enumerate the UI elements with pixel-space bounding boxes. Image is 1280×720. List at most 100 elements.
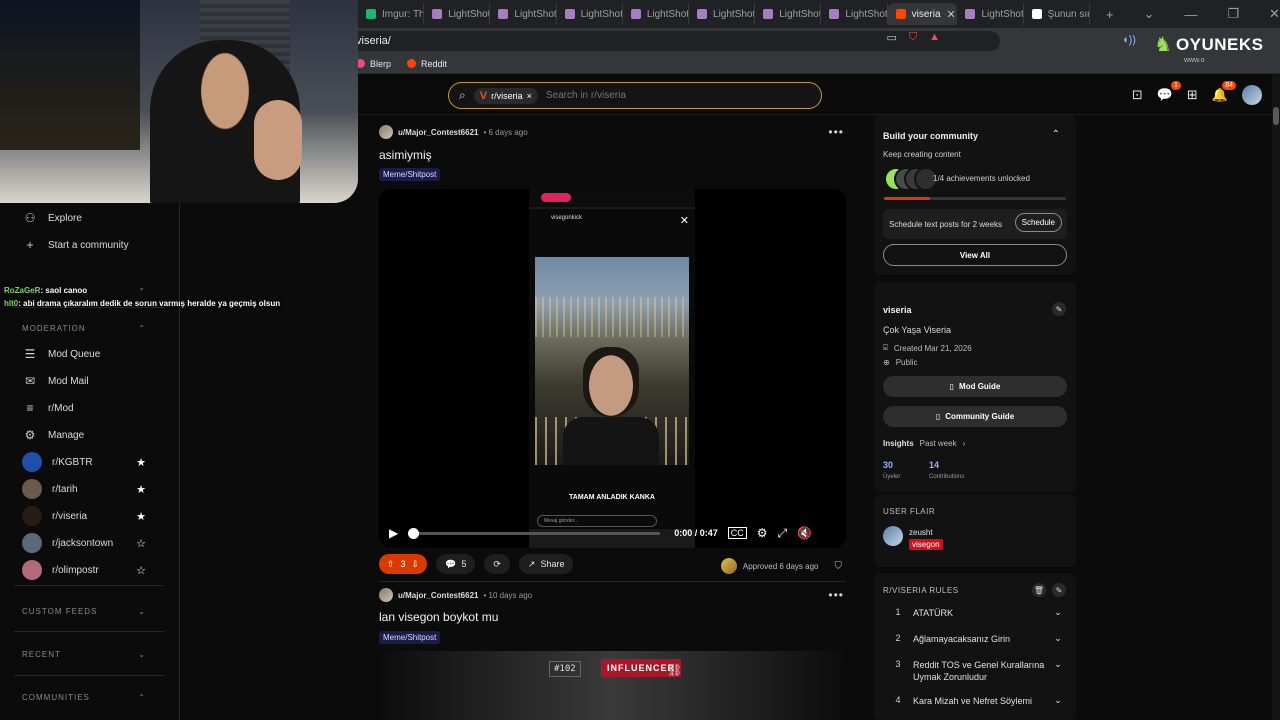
share-button[interactable]: ↗ Share xyxy=(518,554,574,574)
browser-tab[interactable]: Imgur: The xyxy=(358,3,425,25)
moderation-header[interactable]: MODERATION ⌃ xyxy=(22,324,146,333)
browser-tab[interactable]: LightShot xyxy=(755,3,822,25)
star-icon[interactable]: ★ xyxy=(136,510,146,523)
community-guide-button[interactable]: ▯ Community Guide xyxy=(883,406,1067,427)
browser-tab[interactable]: LightShot xyxy=(490,3,557,25)
new-tab-icon[interactable]: + xyxy=(1106,7,1114,22)
sidebar-item-r-mod[interactable]: ≡ r/Mod xyxy=(22,401,152,415)
rule-item[interactable]: 1 ATATÜRK ⌄ xyxy=(883,607,1067,619)
chevron-down-icon[interactable]: ⌄ xyxy=(1049,607,1067,618)
sidebar-item-mod-mail[interactable]: ✉ Mod Mail xyxy=(22,374,152,388)
sidebar-item-subreddit[interactable]: r/viseria ★ xyxy=(22,506,146,526)
close-icon[interactable]: × xyxy=(527,91,532,101)
browser-tab[interactable]: LightShot xyxy=(557,3,623,25)
close-icon[interactable]: ✕ xyxy=(947,8,956,21)
page-scrollbar[interactable] xyxy=(1272,75,1280,720)
video-progress[interactable] xyxy=(408,527,661,539)
bookmark-blerp[interactable]: Blerp xyxy=(356,59,391,69)
comments-button[interactable]: 💬 5 xyxy=(436,554,476,574)
browser-tab[interactable]: LightShot xyxy=(623,3,690,25)
bookmark-reddit[interactable]: Reddit xyxy=(407,59,447,69)
search-bar[interactable]: ⌕ V r/viseria × xyxy=(448,82,822,109)
browser-tab[interactable]: LightShot xyxy=(689,3,756,25)
more-options-icon[interactable]: ••• xyxy=(828,125,844,139)
left-sidebar: ⚇ Explore + Start a community ⌄ MODERATI… xyxy=(0,203,180,720)
post-flair[interactable]: Meme/Shitpost xyxy=(379,168,441,181)
search-input[interactable] xyxy=(545,90,766,101)
insights-row[interactable]: Insights Past week › xyxy=(883,439,965,448)
minimize-icon[interactable]: — xyxy=(1184,7,1197,22)
communities-header[interactable]: COMMUNITIES ⌃ xyxy=(22,693,146,702)
play-icon[interactable]: ▶ xyxy=(389,526,398,540)
video-player[interactable]: visegonkick ✕ TAMAM ANLADIK KANKA Mesaj … xyxy=(379,189,846,548)
chevron-down-icon[interactable]: ⌄ xyxy=(1049,633,1067,644)
mute-icon[interactable]: 🔇 xyxy=(797,526,812,540)
brave-rewards-icon[interactable]: ▲ xyxy=(929,31,940,44)
ads-icon[interactable]: ⊡ xyxy=(1132,87,1143,103)
view-all-button[interactable]: View All xyxy=(883,244,1067,266)
fullscreen-icon[interactable]: ⤢ xyxy=(778,526,788,541)
star-icon[interactable]: ☆ xyxy=(136,564,146,577)
post-author[interactable]: u/Major_Contest6621 xyxy=(398,591,478,600)
post-flair[interactable]: Meme/Shitpost xyxy=(379,631,441,644)
sidebar-item-subreddit[interactable]: r/olimpostr ☆ xyxy=(22,560,146,580)
chevron-down-icon[interactable]: ⌄ xyxy=(1049,695,1067,706)
upvote-icon[interactable]: ⇧ xyxy=(387,559,395,570)
scrollbar-thumb[interactable] xyxy=(1273,107,1279,125)
search-community-chip[interactable]: V r/viseria × xyxy=(473,87,538,104)
sidebar-item-mod-queue[interactable]: ☰ Mod Queue xyxy=(22,347,152,361)
inbox-button[interactable]: 🔔 84 xyxy=(1212,81,1236,103)
mod-guide-button[interactable]: ▯ Mod Guide xyxy=(883,376,1067,397)
browser-tab[interactable]: LightShot xyxy=(424,3,491,25)
recent-header[interactable]: RECENT ⌄ xyxy=(22,650,146,659)
sidebar-item-start-community[interactable]: + Start a community xyxy=(22,238,152,252)
browser-tab[interactable]: LightShot xyxy=(821,3,888,25)
star-icon[interactable]: ☆ xyxy=(136,537,146,550)
gear-icon[interactable]: ⚙ xyxy=(757,526,768,540)
browser-tab[interactable]: viseria ✕ xyxy=(887,3,958,25)
captions-icon[interactable]: CC xyxy=(727,527,747,539)
close-icon[interactable]: ✕ xyxy=(1269,6,1280,22)
post-title[interactable]: lan visegon boykot mu xyxy=(379,610,498,624)
post-title[interactable]: asimiymiş xyxy=(379,148,432,162)
tab-search-icon[interactable]: ⌄ xyxy=(1143,6,1154,22)
flair-tag[interactable]: visegon xyxy=(909,539,943,550)
star-icon[interactable]: ★ xyxy=(136,456,146,469)
schedule-button[interactable]: Schedule xyxy=(1014,213,1062,232)
brave-shield-icon[interactable]: ⛉ xyxy=(909,31,917,44)
rule-item[interactable]: 4 Kara Mizah ve Nefret Söylemi ⌄ xyxy=(883,695,1067,707)
chevron-up-icon[interactable]: ⌃ xyxy=(1052,129,1060,140)
edit-icon[interactable]: ✎ xyxy=(1052,302,1066,316)
sidebar-item-explore[interactable]: ⚇ Explore xyxy=(22,211,152,225)
sidebar-item-manage[interactable]: ⚙ Manage xyxy=(22,428,152,442)
star-icon[interactable]: ★ xyxy=(136,483,146,496)
user-avatar[interactable] xyxy=(1242,85,1262,105)
chat-button[interactable]: 💬 1 xyxy=(1157,81,1181,103)
browser-tab[interactable]: LightShot xyxy=(957,3,1024,25)
trash-icon[interactable]: 🗑 xyxy=(1032,583,1046,597)
edit-icon[interactable]: ✎ xyxy=(1052,583,1066,597)
create-post-icon[interactable]: ⊞ xyxy=(1187,87,1198,103)
sidebar-item-subreddit[interactable]: r/tarih ★ xyxy=(22,479,146,499)
post-author[interactable]: u/Major_Contest6621 xyxy=(398,128,478,137)
downvote-icon[interactable]: ⇩ xyxy=(412,559,420,570)
crosspost-button[interactable]: ⟳ xyxy=(484,554,510,574)
more-options-icon[interactable]: ••• xyxy=(828,588,844,602)
shield-icon[interactable]: ⛉ xyxy=(835,561,843,572)
browser-tab[interactable]: Şunun sırr xyxy=(1024,3,1090,25)
audio-icon[interactable]: ◖)) xyxy=(1122,34,1136,46)
post-media[interactable]: #102 INFLUENCER ⛓ xyxy=(379,651,846,720)
rule-item[interactable]: 3 Reddit TOS ve Genel Kurallarına Uymak Z… xyxy=(883,659,1067,683)
progress-knob[interactable] xyxy=(408,527,420,539)
sidebar-item-subreddit[interactable]: r/jacksontown ☆ xyxy=(22,533,146,553)
cast-icon[interactable]: ▭ xyxy=(886,31,896,44)
sidebar-item-subreddit[interactable]: r/KGBTR ★ xyxy=(22,452,146,472)
custom-feeds-header[interactable]: CUSTOM FEEDS ⌄ xyxy=(22,607,146,616)
vote-buttons[interactable]: ⇧ 3 ⇩ xyxy=(379,554,428,574)
author-avatar[interactable] xyxy=(379,125,393,139)
restore-icon[interactable]: ❐ xyxy=(1227,6,1239,22)
insights-period[interactable]: Past week xyxy=(920,439,957,448)
chevron-down-icon[interactable]: ⌄ xyxy=(1049,659,1067,670)
rule-item[interactable]: 2 Ağlamayacaksanız Girin ⌄ xyxy=(883,633,1067,645)
author-avatar[interactable] xyxy=(379,588,393,602)
